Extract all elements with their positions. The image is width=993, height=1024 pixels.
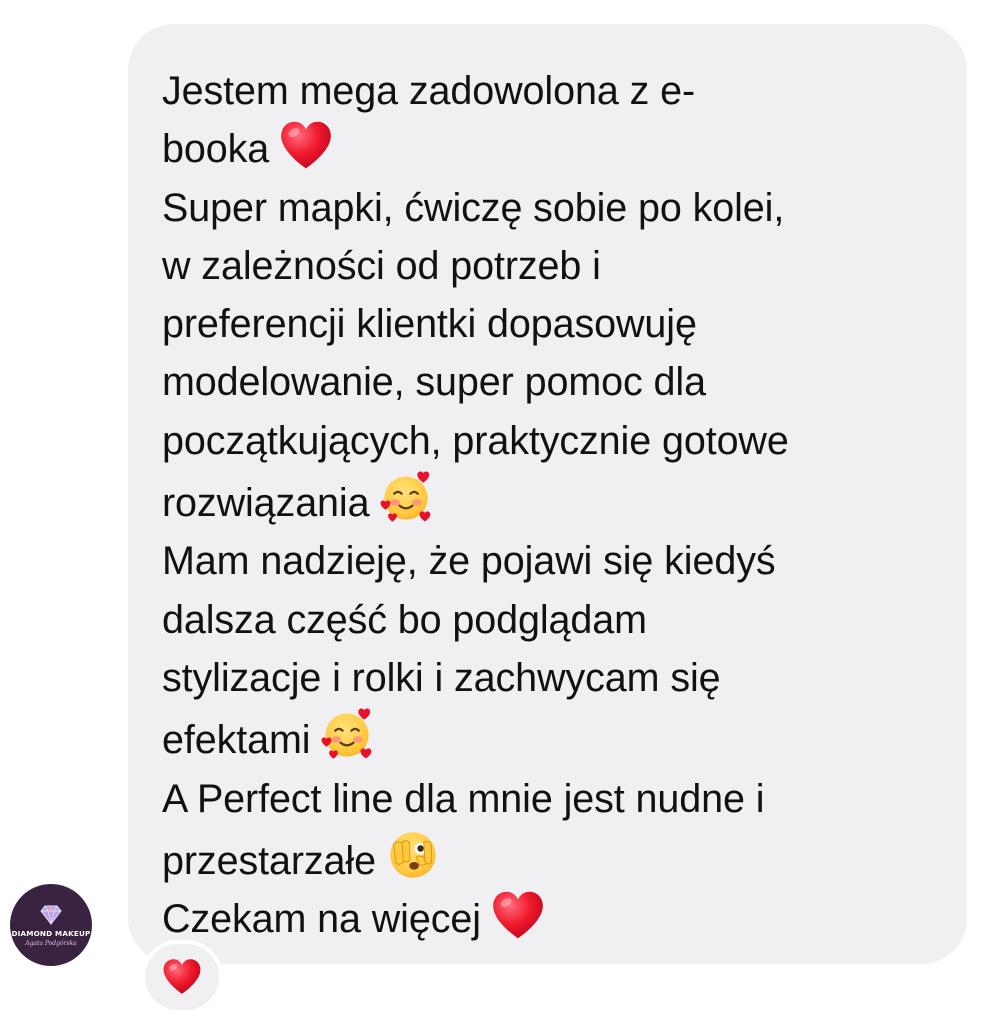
- message-line: Jestem mega zadowolona z e-: [162, 69, 696, 113]
- message-line: dalsza część bo podglądam: [162, 597, 647, 642]
- message-line: modelowanie, super pomoc dla: [162, 360, 706, 405]
- message-line: Czekam na więcej: [162, 890, 937, 948]
- red-heart-icon: [491, 890, 545, 940]
- diamond-logo-icon: [40, 905, 62, 925]
- message-line: rozwiązania: [162, 470, 937, 532]
- red-heart-icon: [162, 958, 202, 995]
- message-line: stylizacje i rolki i zachwycam się: [162, 655, 721, 700]
- message-line: efektami: [162, 707, 937, 769]
- smiling-face-with-hearts-icon: [320, 707, 374, 761]
- avatar-signature: Agata Podgórska: [25, 940, 77, 947]
- message-line: preferencji klientki dopasowuję: [162, 302, 697, 347]
- message-line: początkujących, praktycznie gotowe: [162, 418, 789, 463]
- message-line: booka: [162, 120, 937, 178]
- red-heart-icon: [279, 120, 333, 170]
- message-line: Super mapki, ćwiczę sobie po kolei,: [162, 185, 785, 230]
- message-bubble[interactable]: Jestem mega zadowolona z e- booka Super …: [128, 24, 967, 964]
- message-line: A Perfect line dla mnie jest nudne i: [162, 776, 765, 821]
- avatar-brand-text: DIAMOND MAKEUP: [11, 929, 91, 938]
- sender-avatar[interactable]: DIAMOND MAKEUP Agata Podgórska: [10, 884, 92, 966]
- message-line: Mam nadzieję, że pojawi się kiedyś: [162, 539, 776, 584]
- reaction-badge[interactable]: [141, 940, 223, 1014]
- message-line: przestarzałe: [162, 828, 937, 890]
- face-with-peeking-eye-icon: [386, 828, 440, 882]
- message-line: w zależności od potrzeb i: [162, 243, 601, 288]
- smiling-face-with-hearts-icon: [379, 470, 433, 524]
